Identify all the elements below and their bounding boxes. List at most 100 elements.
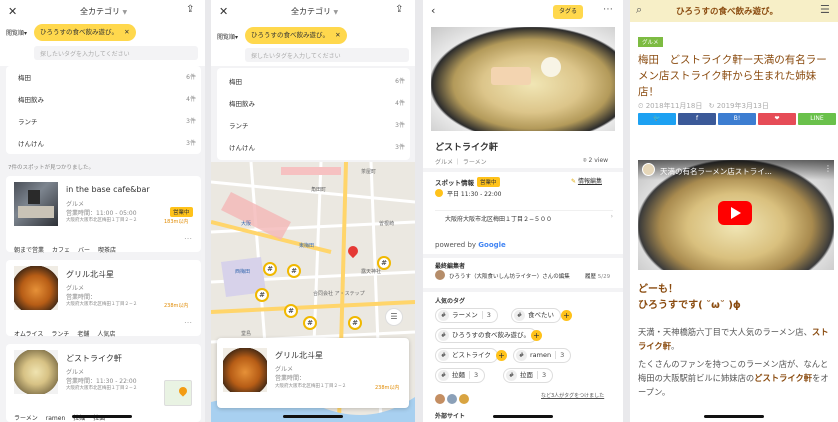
more-icon[interactable]: ⋯ [184,234,192,243]
remove-tag-icon[interactable]: ✕ [335,31,340,39]
add-tag-icon[interactable]: + [561,310,572,321]
article-headline: 梅田 どストライク軒ー天満の有名ラーメン店ストライク軒から生まれた姉妹店！ [638,54,827,98]
tag-chip[interactable]: # 拉麺 3 [435,368,486,383]
suggestion-count: 4件 [395,100,405,107]
spot-tag[interactable]: 老舗 [77,329,89,338]
suggestion-item[interactable]: 梅田飲み 4件 [229,98,405,108]
suggestion-item[interactable]: 梅田 6件 [229,76,405,86]
selected-tag-chip[interactable]: ひろうすの食べ飲み遊び。 ✕ [34,24,136,41]
spot-card[interactable]: グリル北斗星 グルメ 営業時間： 大阪府大阪市北区梅田１丁目２−２ 238m以内… [6,260,201,338]
map-label: 大阪 [241,221,252,227]
tag-chip[interactable]: # 食べたい [511,308,561,323]
category-badge[interactable]: グルメ [638,37,663,47]
hamburger-menu-icon[interactable]: ☰ [820,3,830,16]
popup-spot-name[interactable]: グリル北斗星 [275,350,323,361]
spot-name[interactable]: グリル北斗星 [66,269,114,280]
more-vert-icon[interactable]: ⋮ [824,164,832,173]
spot-photo [431,27,615,131]
video-embed[interactable]: 天満の有名ラーメン店ストライ... ⋮ [638,160,834,270]
suggestion-item[interactable]: 梅田飲み 4件 [18,94,196,104]
view-count-value: 2 view [588,157,609,164]
search-icon[interactable]: ⌕ [636,3,642,17]
selected-tag-chip[interactable]: ひろうすの食べ飲み遊び。 ✕ [245,27,347,44]
edit-info-link[interactable]: ✎ 情報編集 [571,176,602,185]
business-hours: 平日 11:30 - 22:00 [447,191,502,198]
home-indicator [493,415,553,418]
tag-chip[interactable]: # ramen 3 [513,348,572,363]
spot-name[interactable]: どストライク軒 [66,353,122,364]
line-share-button[interactable]: LINE [798,113,836,125]
hatena-share-button[interactable]: B! [718,113,756,125]
spot-pin-icon[interactable]: # [263,262,277,276]
close-icon[interactable]: ✕ [8,5,17,18]
spot-tag[interactable]: 朝まで営業 [14,245,44,254]
facebook-share-button[interactable]: f [678,113,716,125]
suggestion-item[interactable]: けんけん 3件 [229,142,405,152]
suggestion-name: 梅田 [18,74,31,82]
category-dropdown[interactable]: 全カテゴリ ▼ [291,6,338,17]
pocket-share-button[interactable]: ❤ [758,113,796,125]
tag-name: ramen [530,351,552,359]
spot-breadcrumb: グルメ ｜ ラーメン [435,159,487,166]
tag-suggestions: 梅田 6件 梅田飲み 4件 ランチ 3件 けんけん 3件 [6,66,201,154]
spot-tag[interactable]: オムライス [14,329,43,338]
home-indicator [283,415,343,418]
spot-pin-icon[interactable]: # [348,316,362,330]
share-icon[interactable]: ⇪ [395,4,403,15]
more-icon[interactable]: ⋯ [184,318,192,327]
suggestion-item[interactable]: 梅田 6件 [18,72,196,82]
tagged-users-avatars[interactable] [435,389,470,408]
remove-tag-icon[interactable]: ✕ [124,28,129,36]
map-spot-popup[interactable]: グリル北斗星 グルメ 営業時間： 大阪府大阪市北区梅田１丁目２−２ 238m以内 [217,338,409,408]
greeting-line1: どーも！ [638,284,678,295]
site-title[interactable]: ひろうすの食べ飲み遊び。 [676,5,778,17]
history-link[interactable]: 履歴 5/29 [585,272,610,280]
list-toggle-icon[interactable]: ☰ [385,308,403,326]
spot-pin-icon[interactable]: # [284,304,298,318]
more-icon[interactable]: ⋯ [603,4,613,15]
spot-hours: 営業時間：11:00 - 05:00 [66,210,137,217]
add-tag-icon[interactable]: + [496,350,507,361]
spot-pin-icon[interactable]: # [255,288,269,302]
last-editor-label: 最終編集者 [435,263,466,270]
category-dropdown[interactable]: 全カテゴリ ▼ [80,6,127,17]
spot-card[interactable]: どストライク軒 グルメ 営業時間：11:30 - 22:00 大阪府大阪市北区梅… [6,344,201,422]
tag-chip[interactable]: # ラーメン 3 [435,308,498,323]
spot-tag[interactable]: ramen [46,415,65,422]
tag-button[interactable]: タグる [553,5,583,19]
sort-dropdown[interactable]: 閲覧順▾ [217,32,238,41]
sort-dropdown[interactable]: 閲覧順▾ [6,28,27,37]
spot-tag[interactable]: カフェ [52,245,70,254]
spot-pin-icon[interactable]: # [303,316,317,330]
selected-tag-label: ひろうすの食べ飲み遊び。 [251,31,329,39]
spot-tag[interactable]: バー [78,245,90,254]
suggestion-item[interactable]: ランチ 3件 [18,116,196,126]
tagged-users-text[interactable]: など3人がタグをつけました [541,392,604,399]
twitter-share-button[interactable]: 🐦 [638,113,676,125]
tag-chip[interactable]: # 拉面 3 [503,368,554,383]
suggestion-item[interactable]: ランチ 3件 [229,120,405,130]
spot-tag[interactable]: ラーメン [14,413,38,422]
spot-tag[interactable]: ランチ [51,329,69,338]
map-toggle-icon[interactable] [164,380,192,406]
suggestion-item[interactable]: けんけん 3件 [18,138,196,148]
tag-chip[interactable]: # ひろうすの食べ飲み遊び。 [435,328,537,343]
play-button[interactable] [718,201,752,225]
spot-pin-icon[interactable]: # [287,264,301,278]
spot-card[interactable]: in the base cafe&bar グルメ 営業時間：11:00 - 05… [6,176,201,254]
spot-pin-icon[interactable]: # [377,256,391,270]
spot-tag[interactable]: 人気店 [97,329,115,338]
tag-name: ひろうすの食べ飲み遊び。 [452,331,530,339]
spot-tag[interactable]: 喫茶店 [98,245,116,254]
spot-name[interactable]: in the base cafe&bar [66,185,150,194]
tag-search-input[interactable]: 探したいタグを入力してください [245,48,409,62]
last-editor-name[interactable]: ひろうす（大阪食いしん坊ライター）さんの編集 [449,272,570,280]
back-icon[interactable]: ‹ [431,4,435,17]
tag-search-input[interactable]: 探したいタグを入力してください [34,46,198,60]
share-icon[interactable]: ⇪ [186,4,194,15]
spot-address: 大阪府大阪市北区梅田１丁目２−２ [66,386,138,391]
add-tag-icon[interactable]: + [531,330,542,341]
tag-chip[interactable]: # どストライク [435,348,498,363]
close-icon[interactable]: ✕ [219,5,228,18]
address-row[interactable]: 大阪府大阪市北区梅田１丁目２−５００ › [435,210,613,224]
